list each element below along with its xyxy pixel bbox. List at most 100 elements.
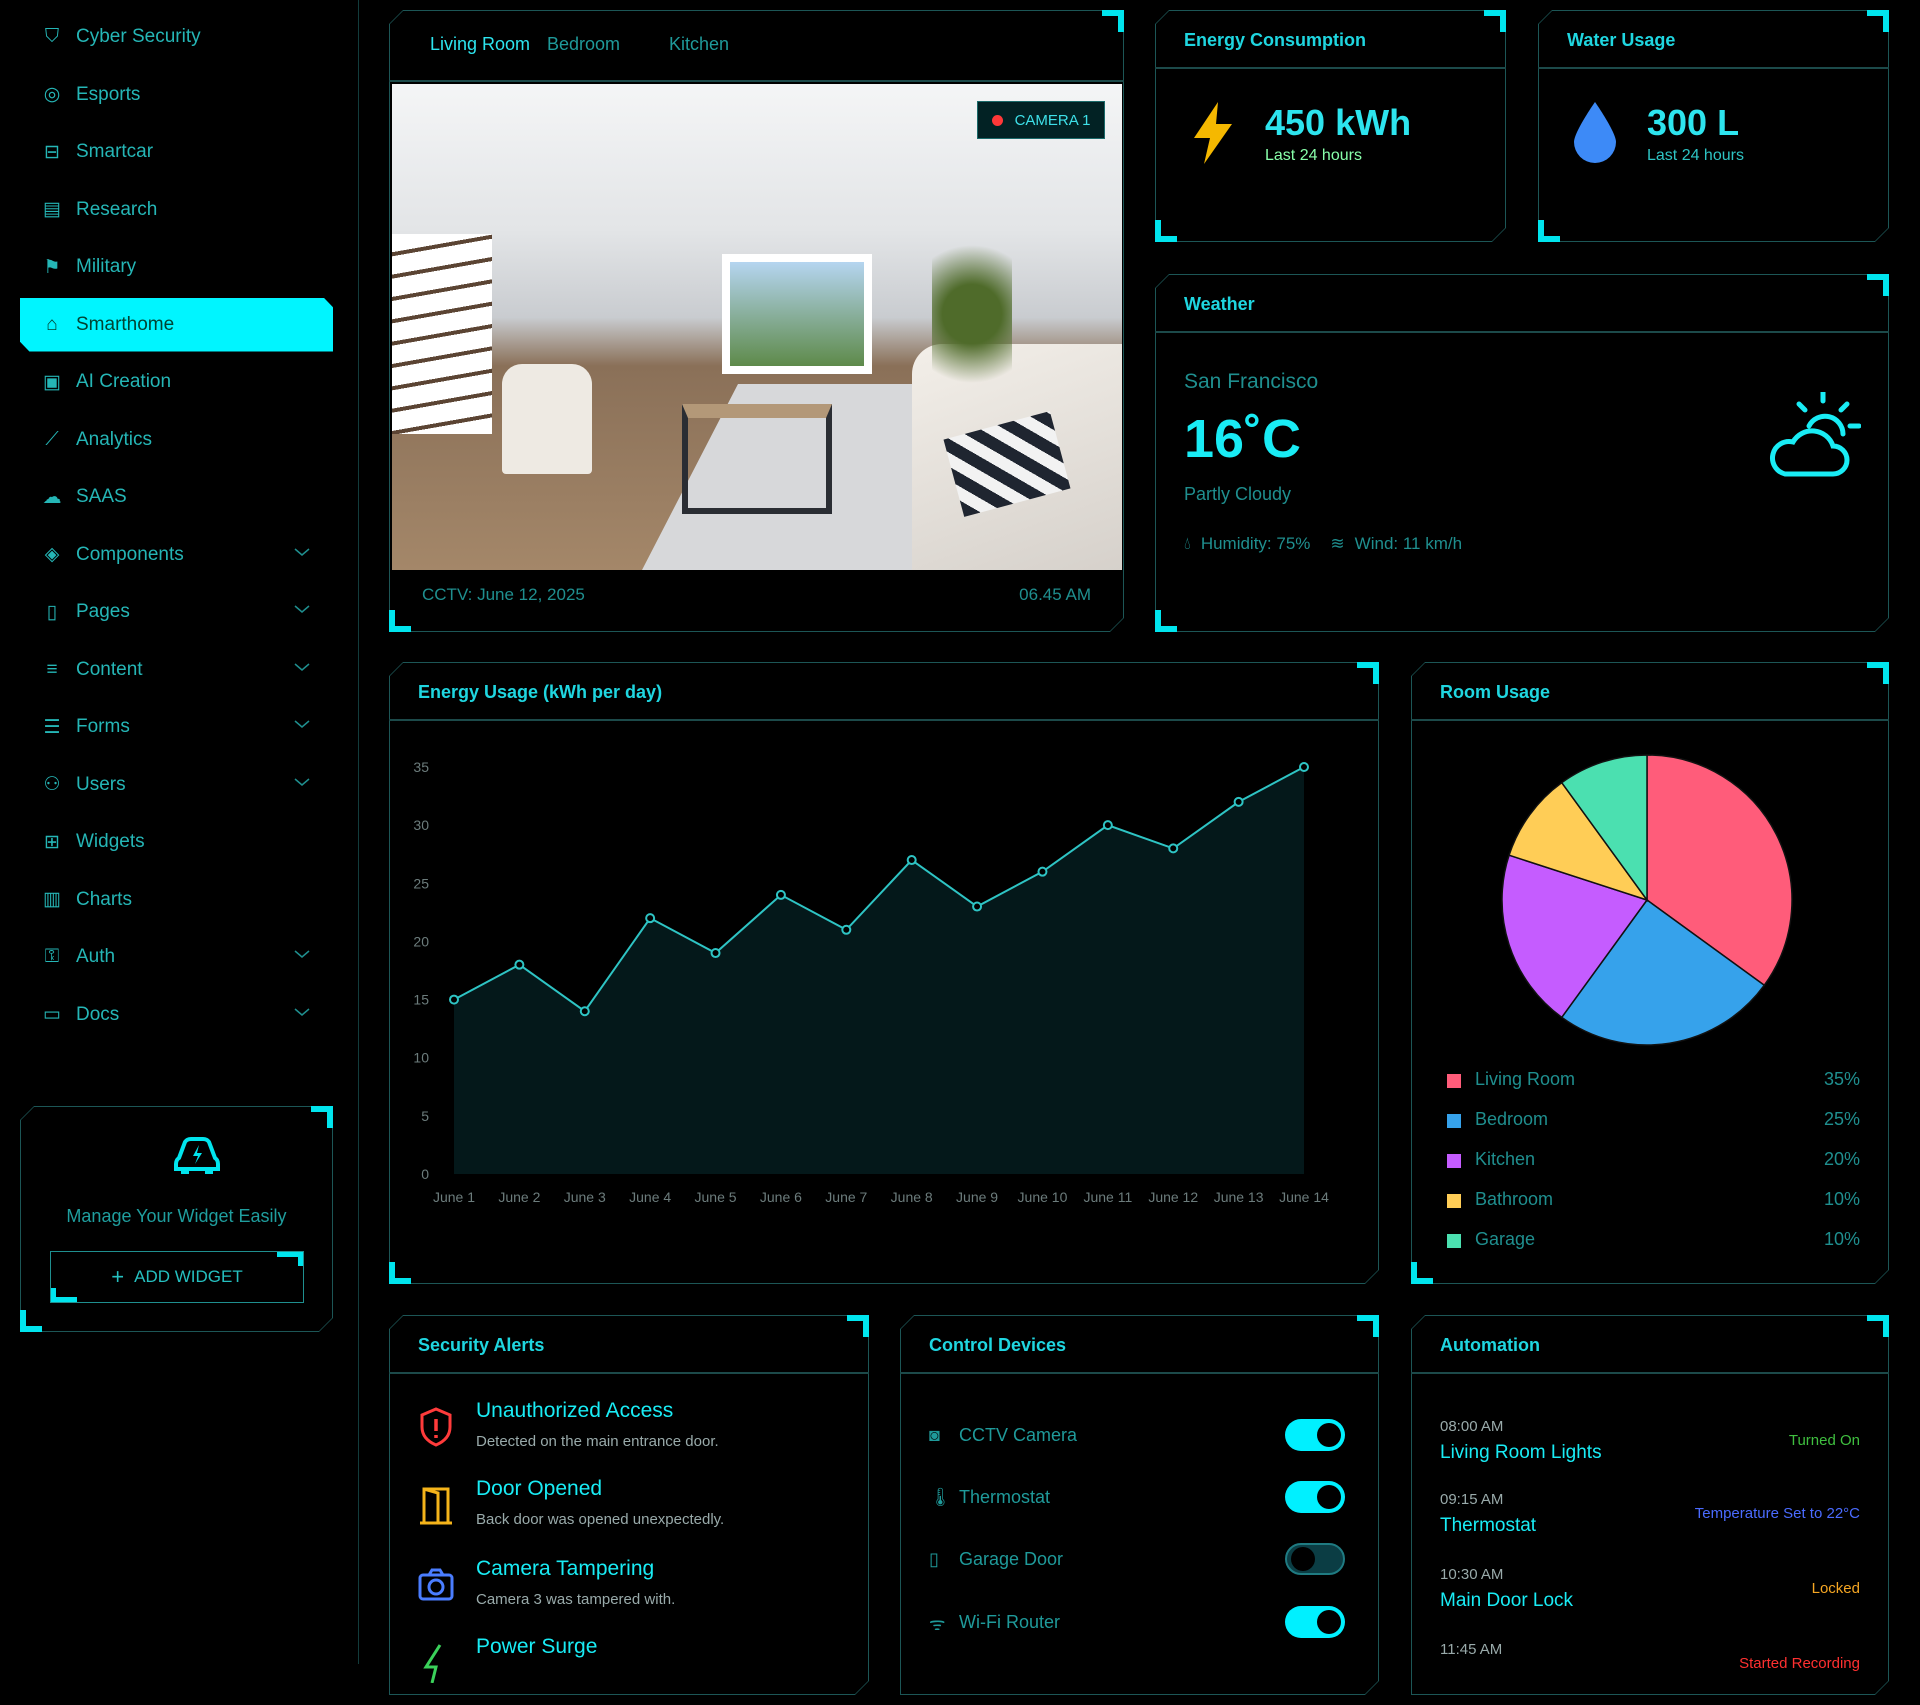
tab-living-room[interactable]: Living Room [430, 34, 530, 55]
tab-bedroom[interactable]: Bedroom [547, 34, 620, 55]
sidebar-item-docs[interactable]: ▭ Docs [20, 988, 333, 1042]
sidebar-item-label: AI Creation [76, 371, 172, 392]
automation-status: Turned On [1788, 1432, 1860, 1449]
automation-time: 09:15 AM [1440, 1491, 1504, 1508]
data-point [515, 961, 523, 969]
y-tick-label: 0 [421, 1166, 429, 1182]
security-alert-item[interactable]: Unauthorized Access Detected on the main … [418, 1399, 849, 1469]
sidebar-item-label: Forms [76, 716, 130, 737]
area-fill [454, 767, 1304, 1174]
alert-description: Back door was opened unexpectedly. [476, 1511, 725, 1528]
room-usage-pie-chart [1411, 662, 1889, 1062]
sidebar-item-components[interactable]: ◈ Components [20, 528, 333, 582]
alert-title: Door Opened [476, 1477, 603, 1500]
energy-consumption-card: Energy Consumption 450 kWh Last 24 hours [1155, 10, 1506, 242]
device-toggle[interactable] [1285, 1543, 1345, 1575]
y-tick-label: 35 [413, 759, 429, 775]
x-tick-label: June 7 [825, 1189, 867, 1205]
sidebar-item-smarthome[interactable]: ⌂ Smarthome [20, 297, 333, 352]
sidebar-item-users[interactable]: ⚇ Users [20, 758, 333, 812]
automation-time: 11:45 AM [1440, 1641, 1503, 1658]
camera-badge: CAMERA 1 [977, 101, 1105, 139]
sidebar-item-widgets[interactable]: ⊞ Widgets [20, 815, 333, 869]
bolt-icon [418, 1643, 454, 1683]
document-icon: ▤ [43, 199, 61, 220]
sidebar-item-label: Users [76, 773, 126, 795]
data-point [1300, 763, 1308, 771]
sidebar-item-label: Content [76, 658, 143, 680]
electric-car-icon [173, 1136, 221, 1176]
users-icon: ⚇ [43, 774, 61, 795]
sidebar-item-smartcar[interactable]: ⊟ Smartcar [20, 125, 333, 179]
plant [932, 224, 1012, 404]
y-tick-label: 30 [413, 817, 429, 833]
sidebar-item-ai-creation[interactable]: ▣ AI Creation [20, 355, 333, 409]
legend-label: Bathroom [1475, 1189, 1554, 1209]
wifi-icon: ᯤ [929, 1614, 946, 1634]
x-tick-label: June 13 [1214, 1189, 1264, 1205]
weather-city: San Francisco [1184, 370, 1319, 393]
gamepad-icon: ◎ [43, 84, 61, 105]
security-alert-item[interactable]: Door Opened Back door was opened unexpect… [418, 1477, 849, 1547]
x-tick-label: June 12 [1148, 1189, 1198, 1205]
armchair [502, 364, 592, 474]
layers-icon: ◈ [44, 544, 60, 565]
automation-name: Thermostat [1440, 1515, 1537, 1536]
device-toggle[interactable] [1285, 1606, 1345, 1638]
sidebar-item-forms[interactable]: ☰ Forms [20, 700, 333, 754]
recording-dot-icon [992, 115, 1003, 126]
sidebar-item-charts[interactable]: ▥ Charts [20, 873, 333, 927]
sidebar-item-label: Pages [76, 601, 130, 622]
legend-percent: 35% [1823, 1069, 1860, 1089]
security-alert-item[interactable]: Power Surge [418, 1635, 849, 1705]
device-toggle[interactable] [1285, 1419, 1345, 1451]
sidebar-item-label: Military [76, 256, 137, 277]
sidebar-item-label: SAAS [76, 486, 127, 507]
device-toggle[interactable] [1285, 1481, 1345, 1513]
checklist-icon: ☰ [43, 716, 61, 738]
legend-swatch [1447, 1074, 1461, 1088]
door-icon [418, 1485, 454, 1525]
sidebar-item-analytics[interactable]: ⟋ Analytics [20, 413, 333, 467]
alert-description: Camera 3 was tampered with. [476, 1591, 676, 1608]
energy-sub: Last 24 hours [1265, 147, 1362, 164]
chip-icon: ▣ [43, 371, 61, 393]
add-widget-button[interactable]: + ADD WIDGET [50, 1251, 304, 1303]
data-point [842, 926, 850, 934]
camera-card: Living Room Bedroom Kitchen CAMERA 1 CCTV:… [389, 10, 1124, 632]
data-point [973, 903, 981, 911]
cctv-date: CCTV: June 12, 2025 [422, 585, 585, 604]
legend-percent: 20% [1823, 1149, 1860, 1169]
shield-icon: ⛉ [44, 26, 60, 47]
sidebar-item-content[interactable]: ≡ Content [20, 643, 333, 697]
security-alert-item[interactable]: Camera Tampering Camera 3 was tampered wi… [418, 1557, 849, 1627]
room-usage-card: Room Usage Living Room 35% Bedroom 25% Kitch… [1411, 662, 1889, 1284]
card-title: Security Alerts [389, 1315, 869, 1374]
sidebar-item-esports[interactable]: ◎ Esports [20, 68, 333, 122]
tab-kitchen[interactable]: Kitchen [669, 34, 729, 55]
sidebar-item-research[interactable]: ▤ Research [20, 183, 333, 237]
control-devices-card: Control Devices ◙ CCTV Camera 🌡︎ Thermostat… [900, 1315, 1379, 1695]
sidebar-item-pages[interactable]: ▯ Pages [20, 585, 333, 639]
legend-label: Kitchen [1475, 1149, 1536, 1169]
x-tick-label: June 11 [1083, 1189, 1132, 1205]
legend-label: Bedroom [1475, 1109, 1549, 1129]
sidebar-item-auth[interactable]: ⚿ Auth [20, 930, 333, 984]
lightning-icon [1190, 102, 1236, 164]
page-icon: ▯ [46, 601, 58, 623]
legend-item: Garage 10% [1441, 1229, 1860, 1253]
weather-condition: Partly Cloudy [1184, 484, 1292, 504]
sidebar: ⛉ Cyber Security ◎ Esports ⊟ Smartcar ▤ Researc… [0, 0, 359, 1664]
card-title: Control Devices [900, 1315, 1379, 1374]
sidebar-item-saas[interactable]: ☁︎ SAAS [20, 470, 333, 524]
x-tick-label: June 10 [1018, 1189, 1068, 1205]
window-view [722, 254, 872, 374]
automation-name: Living Room Lights [1440, 1442, 1602, 1463]
x-tick-label: June 9 [956, 1189, 998, 1205]
automation-item: 10:30 AM Main Door Lock Locked [1440, 1566, 1860, 1626]
sidebar-item-military[interactable]: ⚑ Military [20, 240, 333, 294]
sidebar-item-label: Widgets [76, 831, 145, 852]
sidebar-item-cyber-security[interactable]: ⛉ Cyber Security [20, 10, 333, 64]
card-title: Weather [1155, 274, 1889, 333]
sidebar-item-label: Components [76, 543, 184, 565]
